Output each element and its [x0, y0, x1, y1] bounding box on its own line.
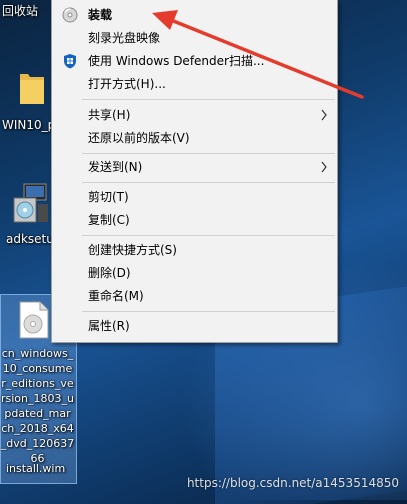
desktop: 回收站 WIN10_p adksetu cn_windows_ 10_consu… [0, 0, 407, 504]
iso-file-icon [19, 301, 49, 339]
menu-separator [82, 153, 335, 154]
menu-item-restore-previous-versions[interactable]: 还原以前的版本(V) [54, 127, 335, 149]
menu-item-cut[interactable]: 剪切(T) [54, 186, 335, 208]
menu-item-burn-disc-image[interactable]: 刻录光盘映像 [54, 27, 335, 49]
menu-separator [82, 235, 335, 236]
installer-label[interactable]: adksetu [6, 232, 54, 246]
menu-item-mount[interactable]: 装载 [54, 4, 335, 26]
installer-icon[interactable] [12, 182, 52, 226]
iso-file-name: cn_windows_ 10_consume r_editions_ve rsi… [0, 347, 75, 465]
menu-separator [82, 311, 335, 312]
menu-item-defender-scan[interactable]: 使用 Windows Defender扫描... [54, 50, 335, 72]
context-menu: 装载 刻录光盘映像 使用 Windows Defender扫描... 打开方式(… [51, 0, 338, 343]
recycle-bin-label[interactable]: 回收站 [2, 2, 38, 19]
menu-item-open-with[interactable]: 打开方式(H)... [54, 73, 335, 95]
folder-icon[interactable] [18, 70, 46, 106]
menu-separator [82, 99, 335, 100]
chevron-right-icon [321, 161, 327, 173]
disc-mount-icon [62, 7, 78, 23]
menu-item-share[interactable]: 共享(H) [54, 104, 335, 126]
menu-item-delete[interactable]: 删除(D) [54, 262, 335, 284]
watermark: https://blog.csdn.net/a1453514850 [186, 476, 399, 490]
menu-item-properties[interactable]: 属性(R) [54, 315, 335, 337]
folder-label[interactable]: WIN10_p [2, 118, 55, 132]
menu-item-rename[interactable]: 重命名(M) [54, 285, 335, 307]
menu-separator [82, 182, 335, 183]
chevron-right-icon [321, 109, 327, 121]
windows-defender-icon [64, 54, 76, 69]
menu-item-copy[interactable]: 复制(C) [54, 209, 335, 231]
menu-item-create-shortcut[interactable]: 创建快捷方式(S) [54, 239, 335, 261]
drag-file-label: install.wim [6, 462, 66, 475]
menu-item-send-to[interactable]: 发送到(N) [54, 156, 335, 178]
